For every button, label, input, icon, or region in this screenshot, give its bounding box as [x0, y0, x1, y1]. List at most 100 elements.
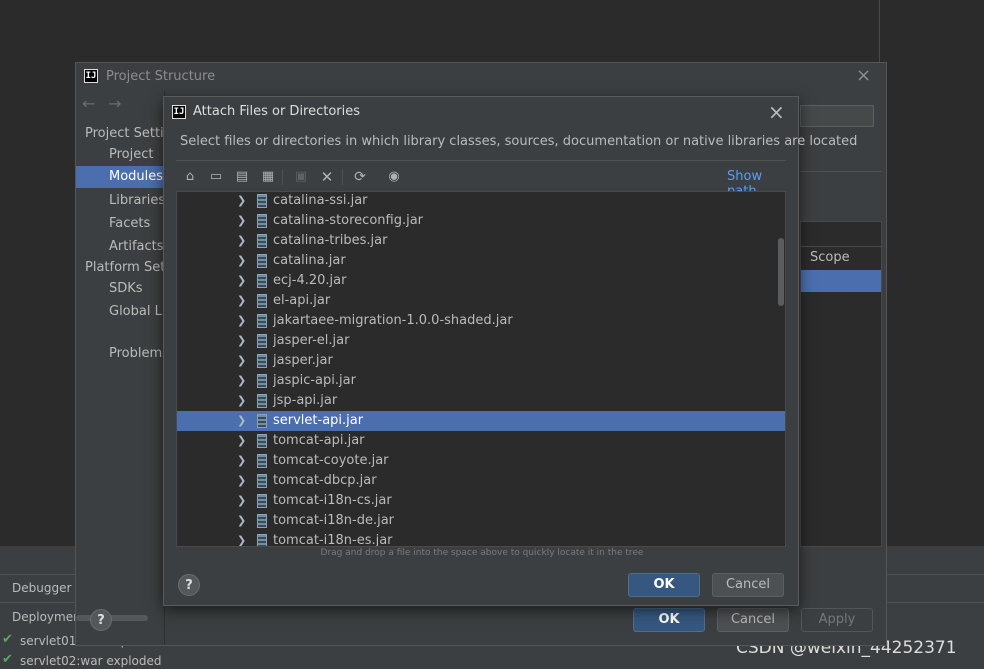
- tree-row-label: tomcat-dbcp.jar: [273, 473, 377, 488]
- sidebar-scrollbar[interactable]: [76, 615, 148, 621]
- chevron-right-icon[interactable]: ❯: [237, 271, 247, 291]
- cancel-button[interactable]: Cancel: [712, 573, 784, 597]
- tree-row[interactable]: ❯ tomcat-api.jar: [177, 431, 785, 451]
- chevron-right-icon[interactable]: ❯: [237, 311, 247, 331]
- tree-row-label: servlet-api.jar: [273, 413, 364, 428]
- chevron-right-icon[interactable]: ❯: [237, 431, 247, 451]
- chevron-right-icon[interactable]: ❯: [237, 471, 247, 491]
- chevron-right-icon[interactable]: ❯: [237, 211, 247, 231]
- editor-divider: [879, 0, 880, 62]
- forward-arrow-icon[interactable]: →: [108, 94, 121, 113]
- tree-row[interactable]: ❯ ecj-4.20.jar: [177, 271, 785, 291]
- ok-button[interactable]: OK: [628, 573, 700, 597]
- show-hidden-icon[interactable]: ◉: [386, 169, 402, 185]
- sidebar-item-facets[interactable]: Facets: [109, 216, 150, 231]
- desktop-icon[interactable]: ▭: [208, 169, 224, 185]
- table-row-selected[interactable]: [801, 270, 881, 292]
- file-chooser-toolbar: ⌂ ▭ ▤ ▦ ▣ ✕ ⟳ ◉ Show path: [176, 161, 786, 199]
- sidebar-item-modules[interactable]: Modules: [76, 166, 164, 188]
- chevron-right-icon[interactable]: ❯: [237, 391, 247, 411]
- refresh-icon[interactable]: ⟳: [352, 169, 368, 185]
- tree-row[interactable]: ❯ catalina-ssi.jar: [177, 192, 785, 211]
- jar-file-icon: [257, 274, 267, 288]
- tree-row-label: ecj-4.20.jar: [273, 273, 347, 288]
- chevron-right-icon[interactable]: ❯: [237, 491, 247, 511]
- debugger-tab[interactable]: Debugger: [12, 581, 71, 595]
- jar-file-icon: [257, 234, 267, 248]
- module-folder-icon[interactable]: ▦: [260, 169, 276, 185]
- tree-scrollbar-thumb[interactable]: [778, 238, 784, 306]
- intellij-logo-icon: IJ: [172, 105, 186, 119]
- jar-file-icon: [257, 254, 267, 268]
- new-folder-icon[interactable]: ▣: [293, 169, 309, 185]
- jar-file-icon: [257, 454, 267, 468]
- close-icon[interactable]: ×: [768, 100, 785, 124]
- chevron-right-icon[interactable]: ❯: [237, 231, 247, 251]
- chevron-right-icon[interactable]: ❯: [237, 511, 247, 531]
- apply-button[interactable]: Apply: [801, 608, 873, 632]
- tree-row[interactable]: ❯ jasper-el.jar: [177, 331, 785, 351]
- tree-row[interactable]: ❯ tomcat-dbcp.jar: [177, 471, 785, 491]
- ok-button[interactable]: OK: [633, 608, 705, 632]
- section-header-project-settings: Project Settin: [85, 126, 172, 141]
- tree-row[interactable]: ❯ catalina-storeconfig.jar: [177, 211, 785, 231]
- chevron-right-icon[interactable]: ❯: [237, 371, 247, 391]
- divider: [800, 171, 882, 172]
- chevron-right-icon[interactable]: ❯: [237, 351, 247, 371]
- tree-row[interactable]: ❯ el-api.jar: [177, 291, 785, 311]
- tree-row-label: tomcat-i18n-es.jar: [273, 533, 393, 547]
- tree-row[interactable]: ❯ jaspic-api.jar: [177, 371, 785, 391]
- tree-row[interactable]: ❯ tomcat-coyote.jar: [177, 451, 785, 471]
- sidebar-item-artifacts[interactable]: Artifacts: [109, 239, 164, 254]
- chevron-right-icon[interactable]: ❯: [237, 411, 247, 431]
- jar-file-icon: [257, 214, 267, 228]
- tree-row[interactable]: ❯ servlet-api.jar: [177, 411, 785, 431]
- tree-row[interactable]: ❯ jsp-api.jar: [177, 391, 785, 411]
- chevron-right-icon[interactable]: ❯: [237, 331, 247, 351]
- help-icon[interactable]: ?: [90, 609, 112, 631]
- delete-icon[interactable]: ✕: [319, 169, 335, 185]
- jar-file-icon: [257, 414, 267, 428]
- tree-row[interactable]: ❯ tomcat-i18n-cs.jar: [177, 491, 785, 511]
- help-icon[interactable]: ?: [178, 574, 200, 596]
- toolbar-separator: [342, 169, 343, 185]
- deployment-item[interactable]: servlet02:war exploded: [20, 654, 162, 668]
- back-arrow-icon[interactable]: ←: [82, 94, 95, 113]
- toolbar-separator: [282, 169, 283, 185]
- tree-row[interactable]: ❯ catalina.jar: [177, 251, 785, 271]
- sidebar-item-project[interactable]: Project: [109, 147, 153, 162]
- sidebar-item-libraries[interactable]: Libraries: [109, 193, 165, 208]
- jar-file-icon: [257, 494, 267, 508]
- project-structure-sidebar: ← → Project Settin Project Modules Libra…: [76, 91, 174, 645]
- chevron-right-icon[interactable]: ❯: [237, 451, 247, 471]
- jar-file-icon: [257, 474, 267, 488]
- tree-row[interactable]: ❯ tomcat-i18n-es.jar: [177, 531, 785, 547]
- dialog-description: Select files or directories in which lib…: [180, 134, 858, 149]
- sidebar-item-problems[interactable]: Problems: [109, 346, 169, 361]
- scope-column-header[interactable]: Scope: [810, 250, 850, 265]
- jar-file-icon: [257, 314, 267, 328]
- module-name-field[interactable]: [800, 105, 874, 127]
- home-icon[interactable]: ⌂: [182, 169, 198, 185]
- tree-row-label: jaspic-api.jar: [273, 373, 356, 388]
- tree-row-label: jasper-el.jar: [273, 333, 350, 348]
- jar-file-icon: [257, 334, 267, 348]
- tree-row-label: tomcat-coyote.jar: [273, 453, 389, 468]
- tree-row[interactable]: ❯ tomcat-i18n-de.jar: [177, 511, 785, 531]
- chevron-right-icon[interactable]: ❯: [237, 531, 247, 546]
- sidebar-item-sdks[interactable]: SDKs: [109, 281, 143, 296]
- check-icon: ✔: [2, 632, 13, 647]
- tree-row[interactable]: ❯ catalina-tribes.jar: [177, 231, 785, 251]
- tree-row[interactable]: ❯ jasper.jar: [177, 351, 785, 371]
- project-folder-icon[interactable]: ▤: [234, 169, 250, 185]
- chevron-right-icon[interactable]: ❯: [237, 251, 247, 271]
- tree-row[interactable]: ❯ jakartaee-migration-1.0.0-shaded.jar: [177, 311, 785, 331]
- chevron-right-icon[interactable]: ❯: [237, 291, 247, 311]
- file-tree[interactable]: ❯ catalina-ssi.jar ❯ catalina-storeconfig.j…: [176, 191, 786, 547]
- tree-row-label: catalina-storeconfig.jar: [273, 213, 424, 228]
- close-icon[interactable]: ×: [856, 65, 871, 86]
- cancel-button[interactable]: Cancel: [717, 608, 789, 632]
- chevron-right-icon[interactable]: ❯: [237, 192, 247, 211]
- sidebar-item-global-libraries[interactable]: Global Lil: [109, 304, 169, 319]
- tree-row-label: jakartaee-migration-1.0.0-shaded.jar: [273, 313, 513, 328]
